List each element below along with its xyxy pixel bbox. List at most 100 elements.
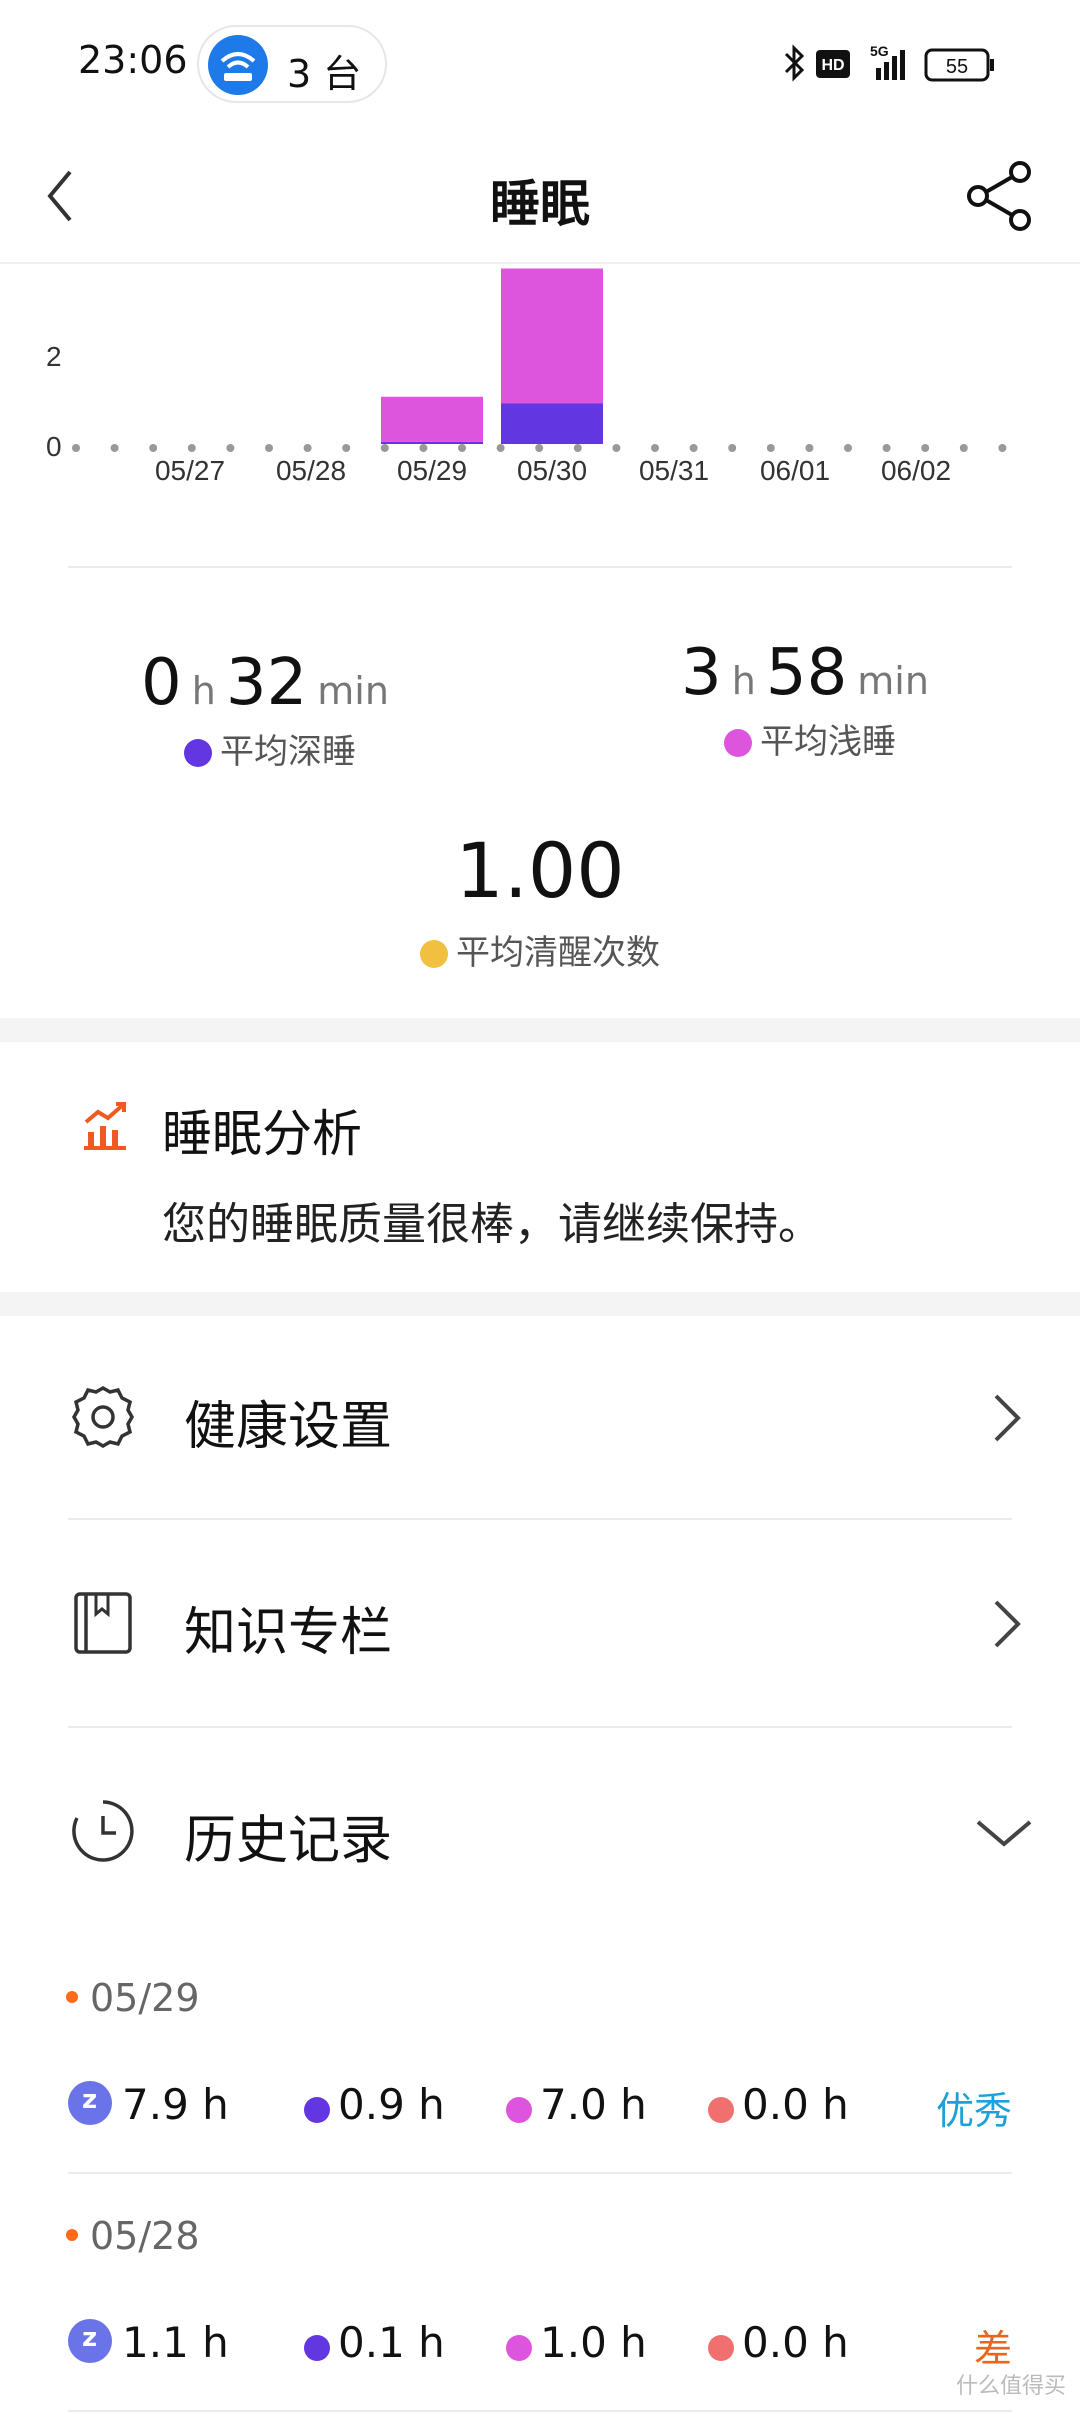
baseline-dot (342, 444, 351, 452)
x-tick-label: 06/01 (760, 455, 830, 486)
menu-label: 历史记录 (184, 1811, 393, 1871)
devices-count: 3 台 (287, 52, 362, 96)
light-sleep-value: 3 h 58 min (680, 636, 940, 710)
deep-sleep-label-text: 平均深睡 (220, 732, 356, 772)
moon-sleep-icon (68, 2319, 112, 2363)
awake-time: 0.0 h (708, 2318, 849, 2367)
light-hour-unit: h (731, 659, 756, 703)
deep-sleep-dot (184, 739, 212, 767)
status-time: 23:06 (78, 38, 188, 82)
menu-label: 知识专栏 (184, 1603, 393, 1663)
menu-history[interactable]: 历史记录 (0, 1730, 1080, 1936)
baseline-dot (265, 444, 273, 452)
trend-chart-icon (78, 1098, 132, 1152)
hd-icon: HD (816, 50, 850, 78)
baseline-dot (72, 444, 80, 452)
light-sleep-value: 1.0 h (540, 2318, 647, 2367)
section-gap (0, 1292, 1080, 1316)
menu-label: 健康设置 (184, 1397, 393, 1457)
baseline-dot (458, 444, 466, 452)
chart-bar (381, 441, 483, 444)
svg-text:5G: 5G (870, 43, 889, 59)
x-tick-label: 05/30 (517, 455, 587, 486)
awake-count-label: 平均清醒次数 (390, 925, 690, 974)
baseline-dot (380, 444, 389, 452)
light-sleep-label-text: 平均浅睡 (760, 722, 896, 762)
light-sleep-dot (724, 729, 752, 757)
baseline-dot (844, 444, 852, 452)
baseline-dot (110, 444, 119, 452)
x-tick-label: 05/29 (397, 455, 467, 486)
history-row[interactable]: 1.1 h 0.1 h 1.0 h 0.0 h 差 (0, 2318, 1080, 2388)
history-date: 05/28 (66, 2214, 200, 2258)
baseline-dot (728, 444, 737, 452)
deep-sleep-label: 平均深睡 (140, 724, 400, 773)
x-tick-label: 05/27 (155, 455, 225, 486)
light-sleep: 7.0 h (506, 2080, 647, 2129)
chevron-right-icon (994, 1394, 1021, 1442)
deep-hour-unit: h (191, 669, 216, 713)
connected-devices-pill[interactable]: 3 台 (197, 25, 387, 103)
light-dot (506, 2097, 532, 2123)
chart-bar (501, 403, 603, 444)
baseline-dot (303, 444, 312, 452)
awake-dot (708, 2335, 734, 2361)
menu-health-settings[interactable]: 健康设置 (0, 1316, 1080, 1522)
baseline-dot (959, 444, 968, 452)
awake-dot (420, 940, 448, 968)
history-date: 05/29 (66, 1976, 200, 2020)
baseline-dot (921, 444, 930, 452)
baseline-dot (496, 444, 505, 452)
quality-label: 差 (973, 2327, 1012, 2371)
x-tick-label: 06/02 (881, 455, 951, 486)
total-sleep-value: 1.1 h (122, 2318, 229, 2367)
date-bullet (66, 1991, 78, 2003)
chevron-right-icon (994, 1600, 1021, 1648)
deep-sleep-value: 0.1 h (338, 2318, 445, 2367)
page-title: 睡眠 (490, 175, 590, 233)
awake-time: 0.0 h (708, 2080, 849, 2129)
deep-dot (304, 2097, 330, 2123)
divider (68, 1726, 1012, 1728)
chart-bar (381, 396, 483, 442)
y-tick-label: 2 (46, 341, 62, 372)
status-icons: HD 5G 55 (780, 42, 1010, 86)
divider (68, 566, 1012, 568)
baseline-dot (882, 444, 891, 452)
light-sleep-stat: 3 h 58 min 平均浅睡 (680, 636, 940, 763)
deep-sleep-stat: 0 h 32 min 平均深睡 (140, 646, 400, 773)
divider (68, 2172, 1012, 2174)
total-sleep-value: 7.9 h (122, 2080, 229, 2129)
light-hours: 3 (681, 636, 722, 710)
deep-minutes: 32 (225, 646, 308, 720)
svg-text:55: 55 (946, 56, 968, 78)
x-tick-label: 05/31 (639, 455, 709, 486)
analysis-text: 您的睡眠质量很棒，请继续保持。 (162, 1199, 822, 1250)
book-icon (74, 1592, 132, 1654)
title-bar: 睡眠 (0, 128, 1080, 264)
menu-knowledge[interactable]: 知识专栏 (0, 1522, 1080, 1728)
chart-bar (501, 268, 603, 404)
baseline-dot (149, 444, 158, 452)
baseline-dot (226, 444, 235, 452)
share-button[interactable] (960, 156, 1040, 236)
y-tick-label: 0 (46, 431, 62, 462)
analysis-title: 睡眠分析 (162, 1105, 362, 1163)
divider (68, 2410, 1012, 2412)
history-row[interactable]: 7.9 h 0.9 h 7.0 h 0.0 h 优秀 (0, 2080, 1080, 2150)
awake-count-label-text: 平均清醒次数 (456, 933, 660, 973)
x-tick-label: 05/28 (276, 455, 346, 486)
deep-hours: 0 (141, 646, 182, 720)
awake-time-value: 0.0 h (742, 2080, 849, 2129)
gear-icon (71, 1385, 135, 1449)
awake-dot (708, 2097, 734, 2123)
awake-count-stat: 1.00 平均清醒次数 (390, 826, 690, 974)
light-minutes: 58 (765, 636, 848, 710)
svg-text:HD: HD (821, 57, 844, 74)
chevron-down-icon (976, 1820, 1032, 1847)
deep-dot (304, 2335, 330, 2361)
baseline-dot (689, 444, 698, 452)
share-icon (967, 161, 1031, 231)
moon-sleep-icon (68, 2081, 112, 2125)
awake-count-value: 1.00 (455, 826, 625, 915)
